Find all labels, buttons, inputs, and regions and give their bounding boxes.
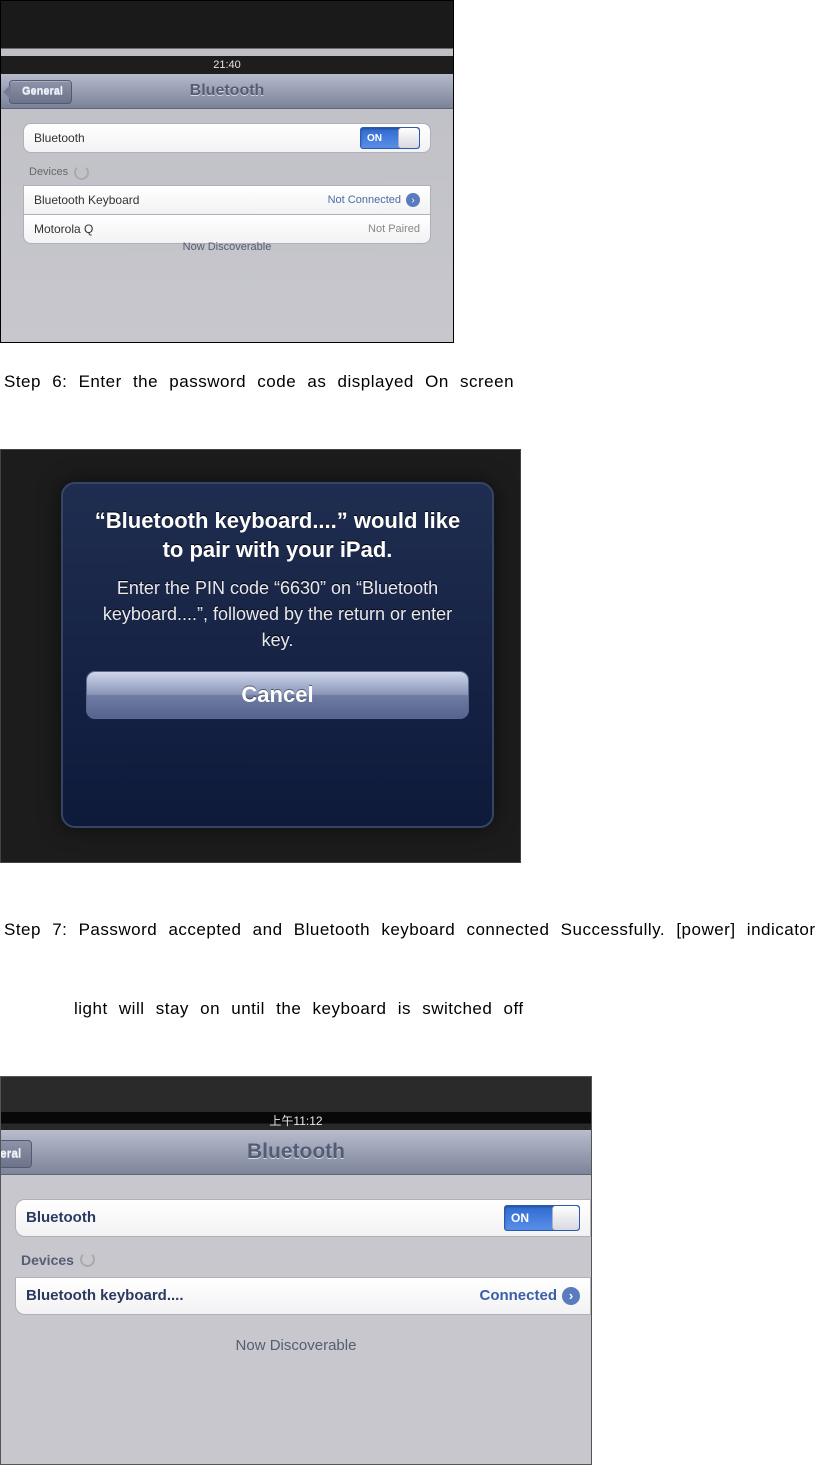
device-row[interactable]: Motorola Q Not Paired	[23, 214, 431, 244]
status-time: 21:40	[213, 59, 241, 71]
bluetooth-toggle-row[interactable]: Bluetooth ON	[23, 123, 431, 153]
bluetooth-toggle-on[interactable]: ON	[504, 1205, 580, 1231]
status-bar: 21:40	[1, 56, 453, 74]
device-status: Connected	[479, 1287, 557, 1304]
screenshot-bluetooth-connected: 上午11:12 eneral Bluetooth Bluetooth ON De…	[0, 1076, 592, 1465]
back-button[interactable]: eneral	[0, 1140, 32, 1168]
status-bar: 上午11:12	[1, 1112, 591, 1130]
dialog-title: “Bluetooth keyboard....” would like to p…	[87, 506, 468, 565]
device-name: Bluetooth Keyboard	[34, 193, 139, 207]
step-6-text: Step 6: Enter the password code as displ…	[0, 369, 822, 395]
toggle-label: ON	[367, 133, 382, 144]
spinner-icon	[80, 1252, 95, 1267]
devices-section-label: Devices	[23, 153, 431, 185]
cancel-button[interactable]: Cancel	[86, 671, 469, 719]
settings-rows: Bluetooth ON Devices Bluetooth Keyboard …	[23, 123, 431, 244]
devices-label-text: Devices	[29, 166, 68, 178]
toggle-label: ON	[511, 1211, 529, 1225]
screenshot-bluetooth-settings: 21:40 General Bluetooth Bluetooth ON Dev…	[0, 0, 454, 343]
bluetooth-row-label: Bluetooth	[26, 1209, 96, 1226]
nav-bar: General Bluetooth	[1, 74, 453, 109]
step-7-text-line2: light will stay on until the keyboard is…	[0, 996, 822, 1022]
detail-disclosure-icon[interactable]: ›	[562, 1287, 580, 1305]
device-row[interactable]: Bluetooth Keyboard Not Connected ›	[23, 185, 431, 214]
device-row[interactable]: Bluetooth keyboard.... Connected ›	[15, 1277, 591, 1315]
nav-title: Bluetooth	[247, 1140, 345, 1163]
devices-section-label: Devices	[15, 1237, 591, 1277]
device-name: Bluetooth keyboard....	[26, 1287, 184, 1304]
bluetooth-toggle-row[interactable]: Bluetooth ON	[15, 1199, 591, 1237]
devices-label-text: Devices	[21, 1252, 74, 1268]
back-label: General	[22, 85, 63, 97]
back-button[interactable]: General	[9, 80, 72, 104]
step-7-text-line1: Step 7: Password accepted and Bluetooth …	[0, 917, 822, 943]
discoverable-label: Now Discoverable	[1, 241, 453, 253]
back-label: eneral	[0, 1146, 21, 1160]
nav-title: Bluetooth	[190, 82, 265, 99]
detail-disclosure-icon[interactable]: ›	[406, 193, 420, 207]
status-time: 上午11:12	[269, 1114, 322, 1128]
dialog-body: Enter the PIN code “6630” on “Bluetooth …	[87, 575, 468, 653]
pairing-dialog: “Bluetooth keyboard....” would like to p…	[61, 482, 494, 828]
nav-bar: eneral Bluetooth	[1, 1130, 591, 1175]
device-status: Not Connected	[328, 194, 401, 206]
spinner-icon	[74, 165, 89, 180]
bluetooth-row-label: Bluetooth	[34, 131, 85, 145]
screenshot-pairing-dialog: “Bluetooth keyboard....” would like to p…	[0, 449, 521, 863]
device-status: Not Paired	[368, 223, 420, 235]
discoverable-label: Now Discoverable	[1, 1337, 591, 1354]
bluetooth-toggle-on[interactable]: ON	[360, 127, 420, 149]
settings-rows: Bluetooth ON Devices Bluetooth keyboard.…	[15, 1199, 591, 1315]
device-name: Motorola Q	[34, 222, 93, 236]
cancel-label: Cancel	[241, 682, 313, 708]
